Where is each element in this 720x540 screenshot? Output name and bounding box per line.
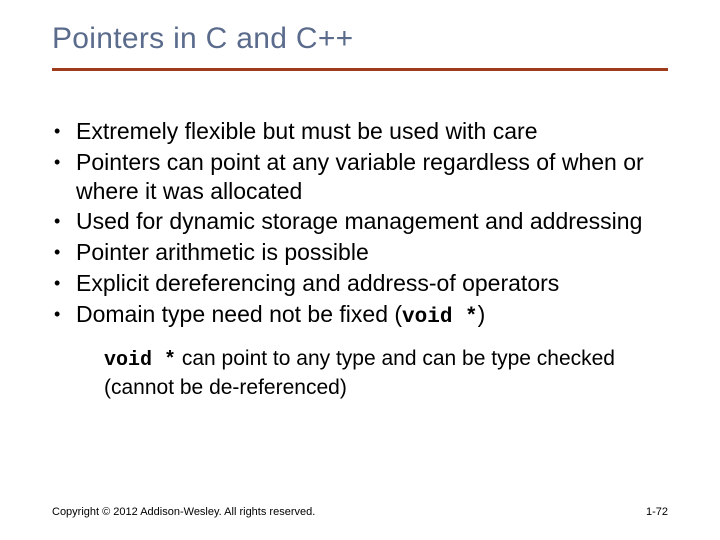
copyright-text: Copyright © 2012 Addison-Wesley. All rig… [52,506,315,518]
bullet-list: Extremely flexible but must be used with… [52,117,668,331]
sub-note: void * can point to any type and can be … [104,345,668,401]
bullet-item: Pointers can point at any variable regar… [52,148,668,206]
bullet-text: ) [478,301,486,327]
page-number: 1-72 [646,506,668,518]
slide: Pointers in C and C++ Extremely flexible… [0,0,720,540]
code-text: void * [104,349,176,372]
code-text: void * [402,306,478,329]
slide-title: Pointers in C and C++ [52,22,668,56]
bullet-item: Explicit dereferencing and address-of op… [52,269,668,298]
footer: Copyright © 2012 Addison-Wesley. All rig… [52,506,668,518]
title-rule [52,68,668,71]
bullet-text: Domain type need not be fixed ( [76,301,402,327]
sub-text: can point to any type and can be type ch… [104,347,615,399]
bullet-item: Used for dynamic storage management and … [52,207,668,236]
bullet-item: Extremely flexible but must be used with… [52,117,668,146]
bullet-item: Domain type need not be fixed (void *) [52,300,668,331]
bullet-item: Pointer arithmetic is possible [52,238,668,267]
